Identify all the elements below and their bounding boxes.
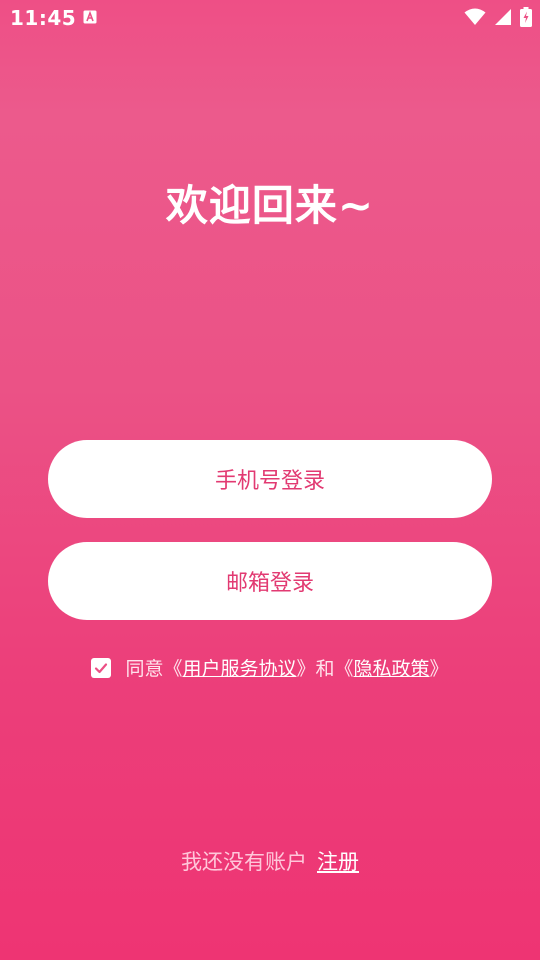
agreement-row: 同意《 用户服务协议 》和《 隐私政策》	[0, 654, 540, 681]
status-bar: 11:45	[0, 0, 540, 36]
signal-icon	[495, 9, 511, 25]
battery-charging-icon	[520, 7, 532, 27]
register-link[interactable]: 注册	[317, 846, 359, 876]
login-screen: 11:45 欢迎回来~ 手机号登录 邮箱登录 同意《用户服务协议 》和《 隐私政…	[0, 0, 540, 960]
register-row: 我还没有账户 注册	[0, 846, 540, 876]
privacy-policy-link[interactable]: 隐私政策	[354, 654, 430, 681]
status-icons	[464, 6, 532, 28]
phone-login-button[interactable]: 手机号登录	[48, 440, 492, 518]
agreement-suffix: 》	[429, 658, 449, 680]
a-notification-icon	[83, 10, 97, 24]
register-prompt: 我还没有账户	[181, 850, 307, 874]
welcome-title: 欢迎回来~	[165, 181, 375, 230]
user-agreement-link[interactable]: 用户服务协议	[182, 654, 296, 681]
status-time: 11:45	[10, 6, 77, 30]
agreement-prefix: 同意《	[125, 658, 183, 680]
wifi-icon	[464, 8, 486, 25]
email-login-button[interactable]: 邮箱登录	[48, 542, 492, 620]
checkmark-icon	[95, 662, 108, 673]
agreement-checkbox[interactable]	[91, 657, 112, 678]
agreement-middle: 》和《	[296, 658, 354, 680]
